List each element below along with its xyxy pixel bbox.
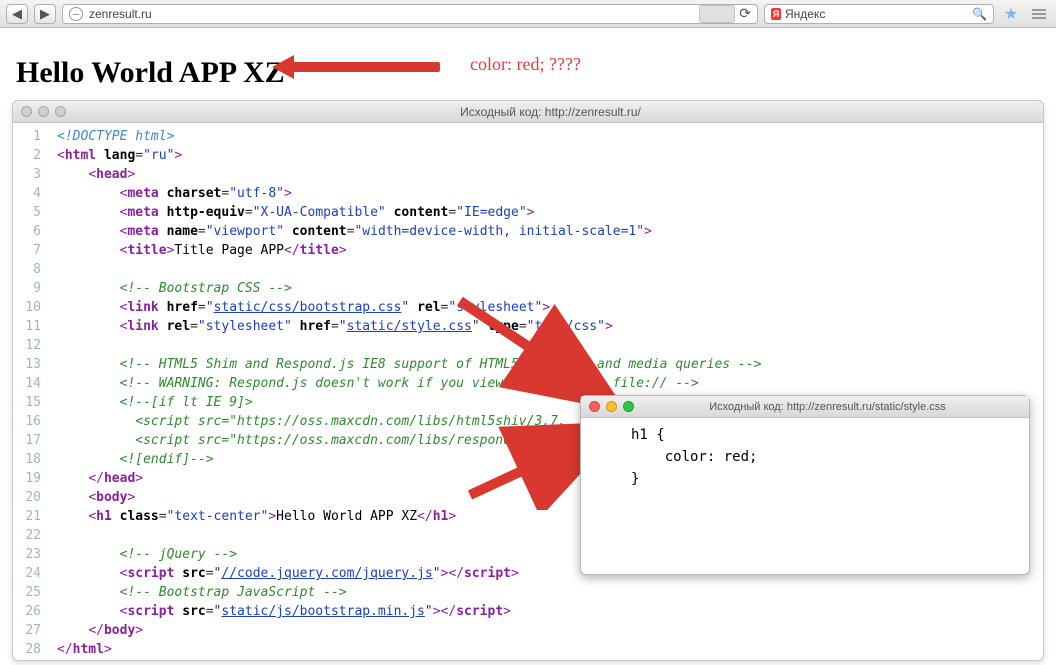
reader-toggle[interactable] [699, 5, 735, 23]
popup-code[interactable]: h1 { color: red; } [581, 418, 1029, 574]
yandex-icon: Я [771, 8, 781, 20]
source-code: <!DOCTYPE html><html lang="ru"> <head> <… [49, 123, 769, 660]
search-placeholder: Яндекс [785, 7, 825, 21]
popup-title: Исходный код: http://zenresult.ru/static… [634, 401, 1021, 413]
annotation-text: color: red; ???? [470, 54, 581, 75]
globe-icon [69, 7, 83, 21]
search-bar[interactable]: Я Яндекс 🔍 [764, 4, 994, 24]
css-line: h1 { [591, 424, 1019, 446]
browser-toolbar: ◀ ▶ zenresult.ru ⟳ Я Яндекс 🔍 ★ [0, 0, 1056, 28]
forward-button[interactable]: ▶ [34, 4, 56, 24]
source-code-area[interactable]: 1234567891011121314151617181920212223242… [13, 123, 1043, 660]
css-line: } [591, 468, 1019, 490]
close-icon[interactable] [21, 106, 32, 117]
menu-icon[interactable] [1028, 9, 1050, 19]
source-titlebar[interactable]: Исходный код: http://zenresult.ru/ [13, 101, 1043, 123]
reload-icon[interactable]: ⟳ [739, 5, 751, 22]
line-gutter: 1234567891011121314151617181920212223242… [13, 123, 49, 660]
address-bar[interactable]: zenresult.ru ⟳ [62, 4, 758, 24]
maximize-icon[interactable] [623, 401, 634, 412]
url-text: zenresult.ru [89, 7, 152, 21]
source-window: Исходный код: http://zenresult.ru/ 12345… [12, 100, 1044, 661]
popup-titlebar[interactable]: Исходный код: http://zenresult.ru/static… [581, 396, 1029, 418]
search-icon[interactable]: 🔍 [972, 7, 987, 21]
bookmark-star-icon[interactable]: ★ [1000, 4, 1022, 24]
minimize-icon[interactable] [38, 106, 49, 117]
css-source-popup: Исходный код: http://zenresult.ru/static… [580, 395, 1030, 575]
back-button[interactable]: ◀ [6, 4, 28, 24]
minimize-icon[interactable] [606, 401, 617, 412]
css-line: color: red; [591, 446, 1019, 468]
maximize-icon[interactable] [55, 106, 66, 117]
source-title: Исходный код: http://zenresult.ru/ [66, 105, 1035, 119]
close-icon[interactable] [589, 401, 600, 412]
